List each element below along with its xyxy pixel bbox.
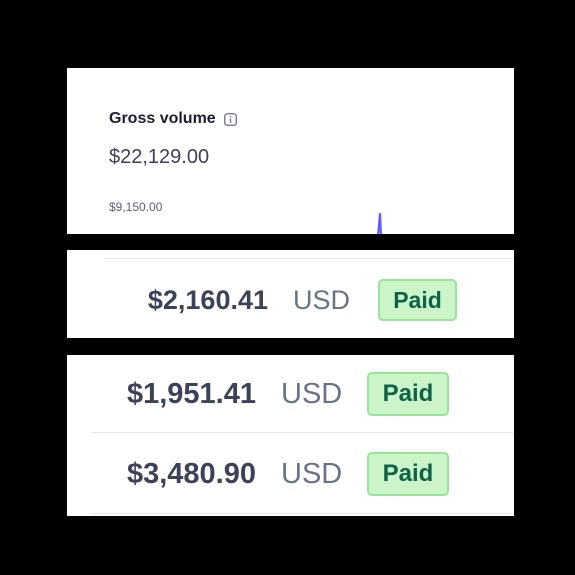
info-icon[interactable]	[223, 112, 237, 126]
payment-currency: USD	[281, 377, 343, 410]
payment-list-bottom: $1,951.41 USD Paid $3,480.90 USD Paid	[67, 355, 514, 516]
row-divider	[91, 513, 514, 514]
status-badge: Paid	[378, 279, 457, 321]
row-divider	[104, 258, 514, 259]
chart-axis-max-label: $9,150.00	[109, 200, 163, 214]
payment-row[interactable]: $3,480.90 USD Paid	[116, 452, 449, 496]
payment-row[interactable]: $2,160.41 USD Paid	[128, 279, 457, 321]
payment-row[interactable]: $1,951.41 USD Paid	[116, 372, 449, 416]
gross-volume-amount: $22,129.00	[109, 146, 210, 168]
payment-amount: $2,160.41	[147, 284, 268, 315]
row-divider	[91, 432, 514, 433]
gross-volume-header: Gross volume	[109, 110, 237, 128]
volume-chart-line	[377, 212, 383, 234]
gross-volume-card: Gross volume $22,129.00 $9,150.00	[67, 68, 514, 234]
payment-currency: USD	[293, 284, 351, 315]
status-badge: Paid	[367, 452, 449, 496]
status-badge: Paid	[367, 372, 449, 416]
payment-amount: $1,951.41	[126, 377, 256, 410]
payment-amount: $3,480.90	[126, 457, 256, 490]
gross-volume-title: Gross volume	[109, 110, 216, 127]
payment-currency: USD	[281, 457, 343, 490]
payment-list-top: $2,160.41 USD Paid	[67, 250, 514, 338]
